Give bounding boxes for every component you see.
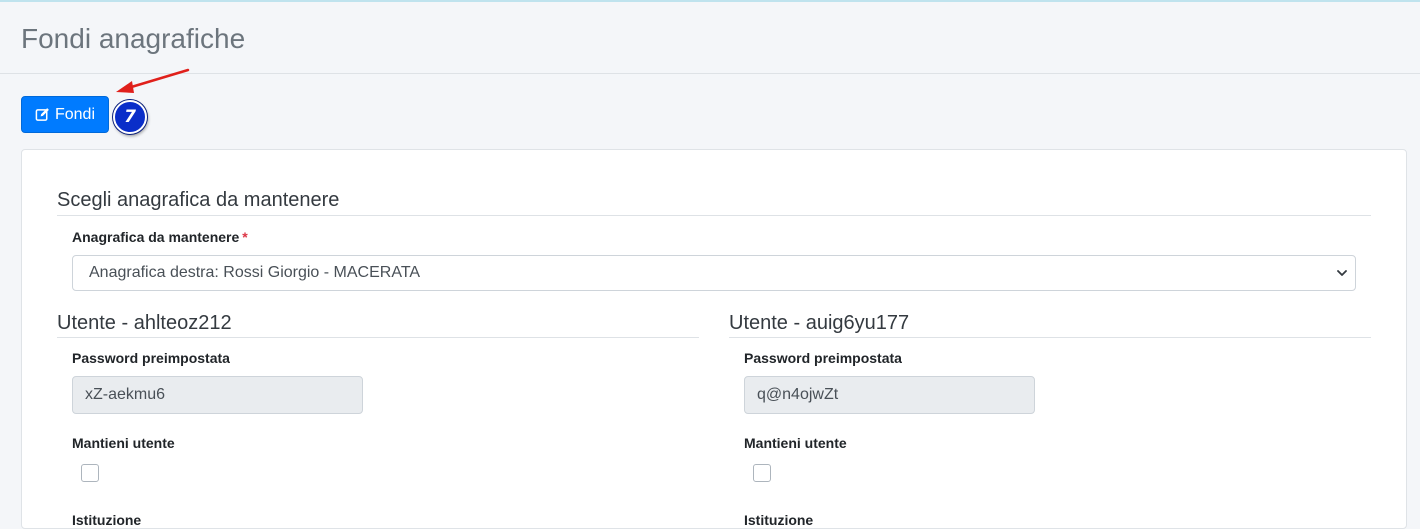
user-divider-left [57, 337, 699, 338]
keep-user-checkbox-right[interactable] [753, 464, 771, 482]
chevron-down-icon [1337, 270, 1347, 276]
keep-user-checkbox-left[interactable] [81, 464, 99, 482]
keep-user-label-right: Mantieni utente [744, 435, 847, 451]
page-title: Fondi anagrafiche [21, 23, 246, 54]
edit-icon [35, 108, 49, 121]
password-label-left: Password preimpostata [72, 350, 230, 366]
fondi-button[interactable]: Fondi [21, 96, 109, 133]
page-header: Fondi anagrafiche [0, 2, 1420, 74]
next-field-label-right: Istituzione [744, 512, 814, 528]
section-title-keep: Scegli anagrafica da mantenere [57, 189, 340, 211]
next-field-label-left: Istituzione [72, 512, 142, 528]
fondi-button-label: Fondi [54, 105, 96, 123]
anagrafica-select-value: Anagrafica destra: Rossi Giorgio - MACER… [89, 264, 421, 281]
section-divider [57, 215, 1371, 216]
user-title-left: Utente - ahlteoz212 [57, 312, 232, 334]
step-number-badge: 7 [113, 100, 147, 134]
required-mark: * [242, 229, 248, 245]
user-title-right: Utente - auig6yu177 [729, 312, 910, 334]
field-label-anagrafica-text: Anagrafica da mantenere [72, 229, 240, 245]
password-label-right: Password preimpostata [744, 350, 902, 366]
password-field-right[interactable]: q@n4ojwZt [744, 376, 1035, 414]
annotation-arrow-icon [116, 68, 190, 93]
field-label-anagrafica: Anagrafica da mantenere * [72, 229, 248, 246]
user-divider-right [729, 337, 1371, 338]
password-field-left[interactable]: xZ-aekmu6 [72, 376, 363, 414]
keep-user-label-left: Mantieni utente [72, 435, 175, 451]
anagrafica-select[interactable]: Anagrafica destra: Rossi Giorgio - MACER… [72, 255, 1356, 291]
